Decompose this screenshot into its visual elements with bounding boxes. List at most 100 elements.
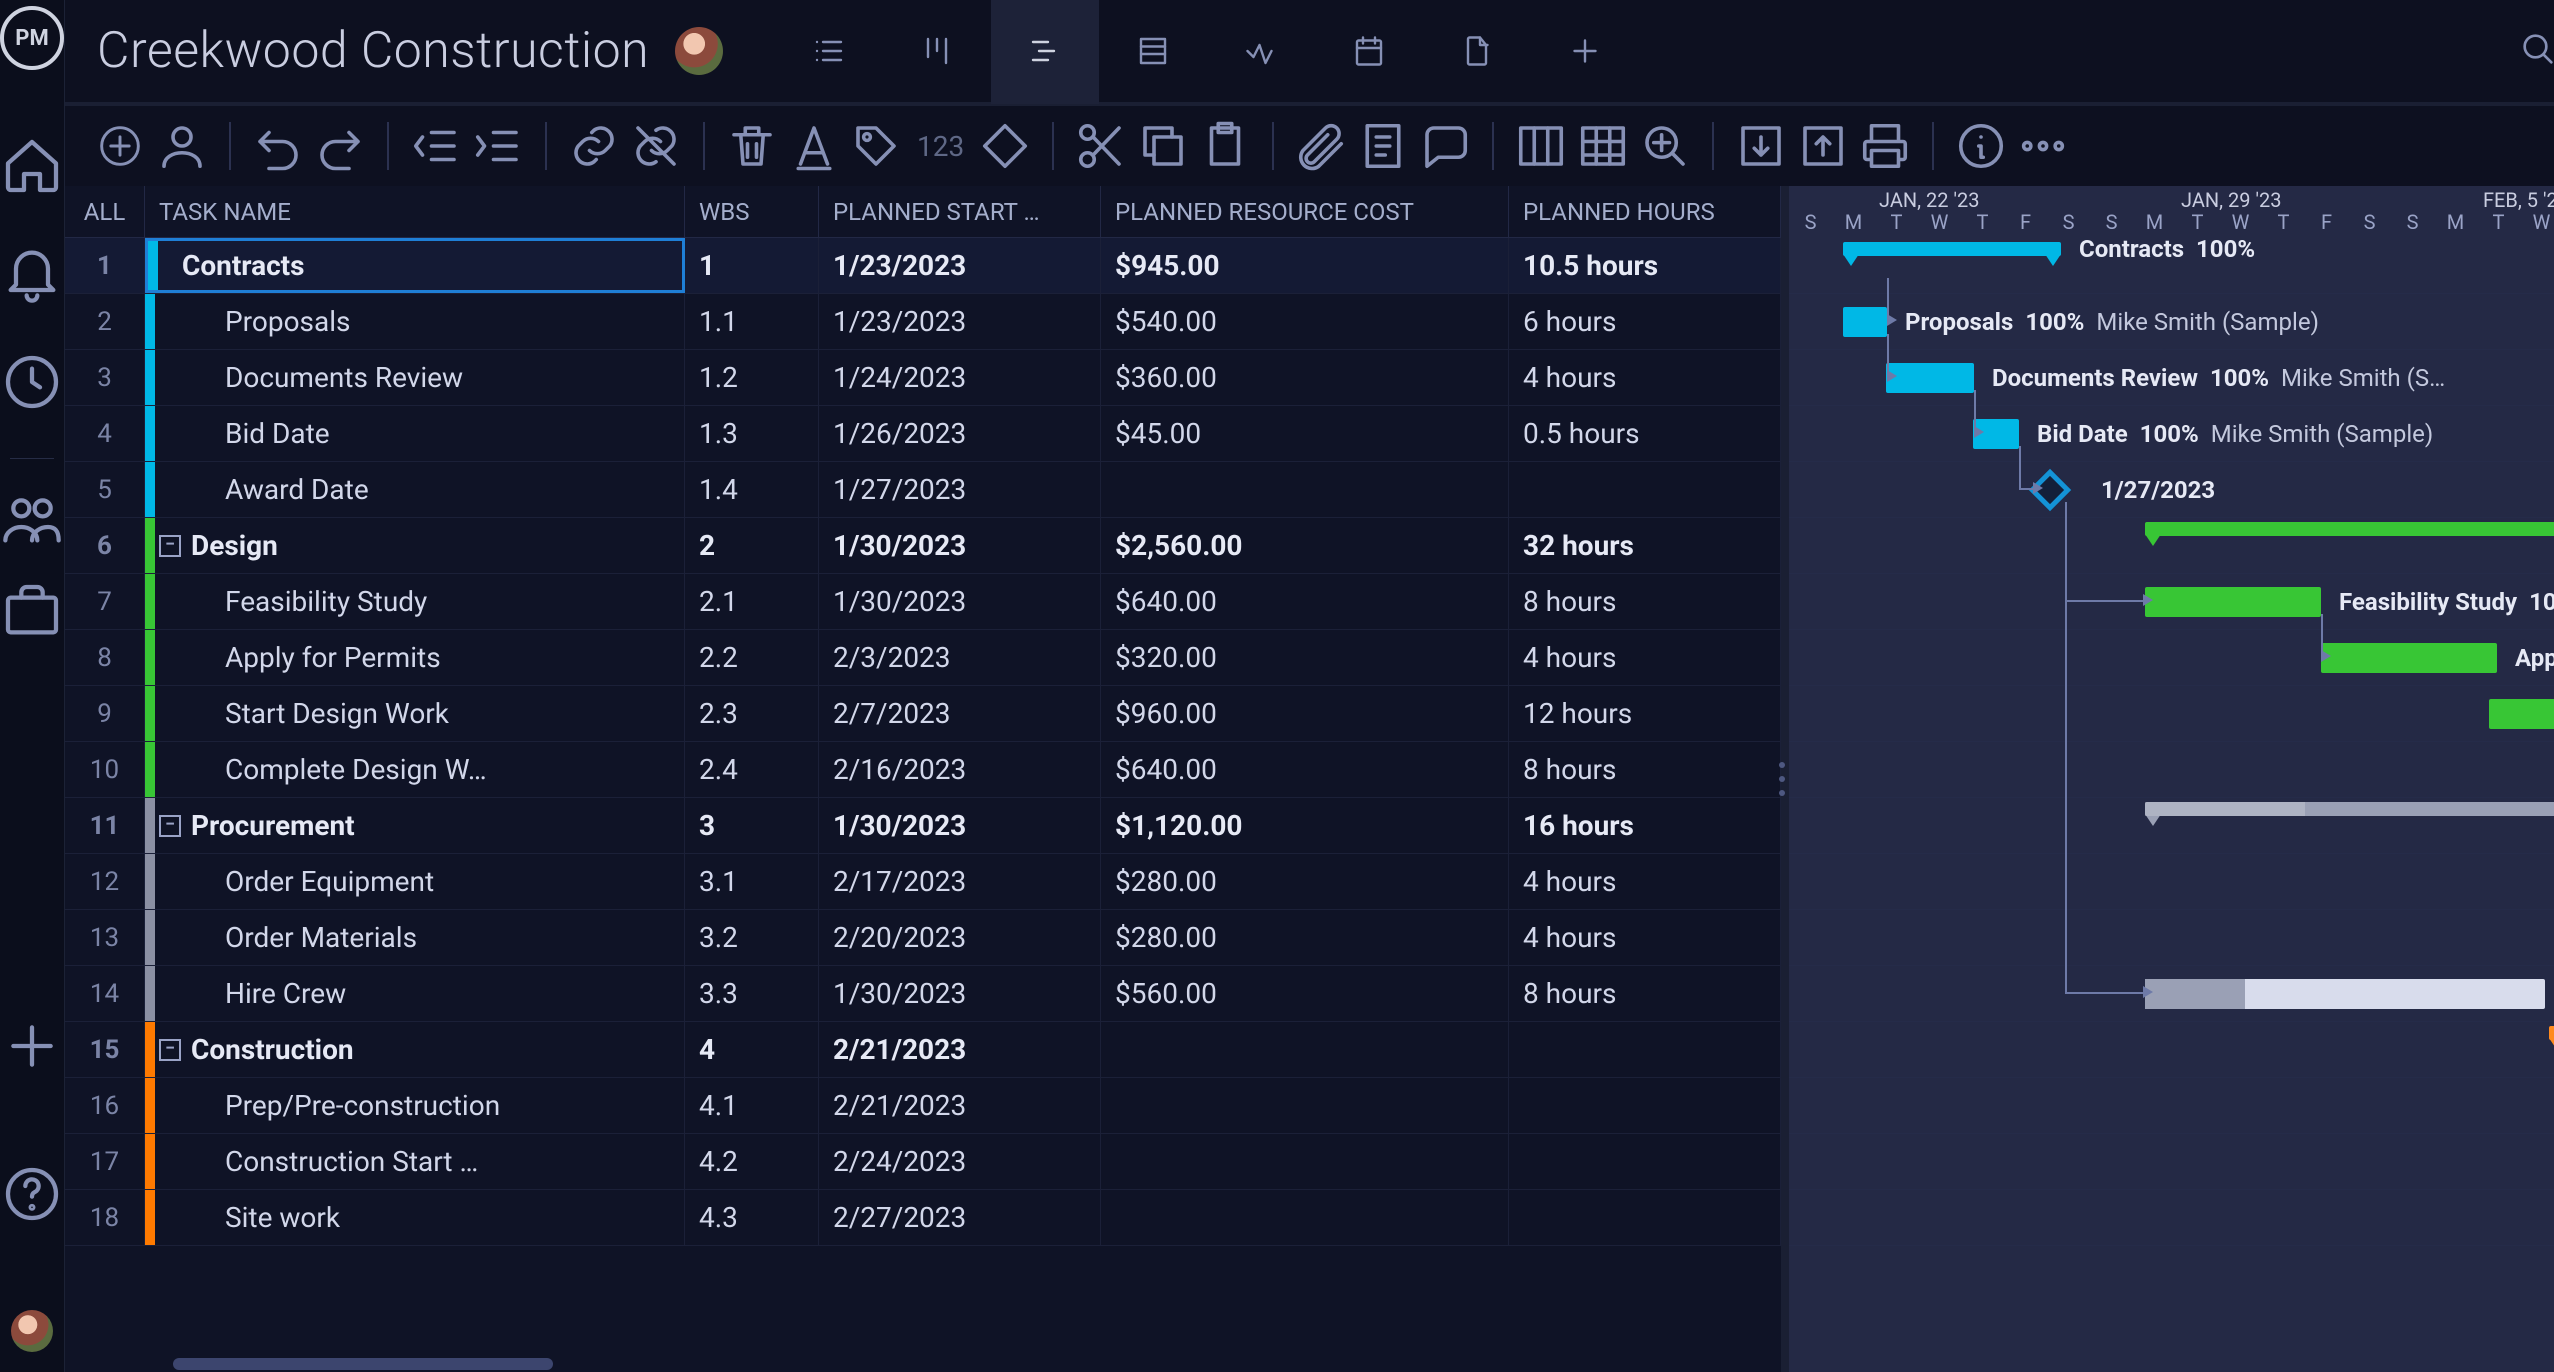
nav-user-avatar[interactable] (11, 1310, 53, 1352)
task-name-cell[interactable]: Complete Design W… (225, 753, 487, 786)
gantt-lane[interactable]: Documents Review100%Mike Smith (S… (1789, 350, 2554, 406)
task-row[interactable]: 6−Design21/30/2023$2,560.0032 hours (65, 518, 1781, 574)
planned-hours-cell[interactable]: 8 hours (1509, 742, 1781, 797)
gantt-summary-bar[interactable] (2549, 1026, 2554, 1040)
gantt-task-bar[interactable]: Documents Review100%Mike Smith (S… (1886, 363, 1974, 393)
collapse-toggle[interactable]: − (159, 815, 181, 837)
wbs-cell[interactable]: 2.2 (685, 630, 819, 685)
task-name-cell[interactable]: Proposals (225, 305, 350, 338)
import-button[interactable] (1734, 119, 1788, 173)
planned-start-cell[interactable]: 1/24/2023 (819, 350, 1101, 405)
task-row[interactable]: 3Documents Review1.21/24/2023$360.004 ho… (65, 350, 1781, 406)
planned-hours-cell[interactable]: 4 hours (1509, 910, 1781, 965)
wbs-cell[interactable]: 1.4 (685, 462, 819, 517)
assign-button[interactable] (155, 119, 209, 173)
planned-start-cell[interactable]: 1/27/2023 (819, 462, 1101, 517)
wbs-cell[interactable]: 3.2 (685, 910, 819, 965)
grid-button[interactable] (1576, 119, 1630, 173)
info-button[interactable] (1954, 119, 2008, 173)
planned-cost-cell[interactable] (1101, 1190, 1509, 1245)
gantt-lane[interactable] (1789, 1134, 2554, 1190)
planned-hours-cell[interactable] (1509, 462, 1781, 517)
unlink-button[interactable] (629, 119, 683, 173)
planned-cost-cell[interactable]: $640.00 (1101, 574, 1509, 629)
planned-start-cell[interactable]: 1/23/2023 (819, 238, 1101, 293)
gantt-summary-bar[interactable] (2145, 802, 2554, 816)
dependency-link[interactable] (1974, 390, 1976, 434)
planned-cost-cell[interactable]: $280.00 (1101, 910, 1509, 965)
task-row[interactable]: 2Proposals1.11/23/2023$540.006 hours (65, 294, 1781, 350)
gantt-lane[interactable]: 1/27/2023 (1789, 462, 2554, 518)
notes-button[interactable] (1356, 119, 1410, 173)
task-name-cell[interactable]: Design (191, 529, 278, 562)
planned-hours-cell[interactable]: 8 hours (1509, 574, 1781, 629)
planned-start-cell[interactable]: 2/7/2023 (819, 686, 1101, 741)
planned-cost-cell[interactable] (1101, 1134, 1509, 1189)
gantt-task-bar[interactable] (2489, 699, 2554, 729)
calendar-view-button[interactable] (1315, 0, 1423, 104)
col-name[interactable]: TASK NAME (145, 186, 685, 237)
wbs-cell[interactable]: 3.3 (685, 966, 819, 1021)
wbs-cell[interactable]: 1.2 (685, 350, 819, 405)
outdent-button[interactable] (409, 119, 463, 173)
undo-button[interactable] (251, 119, 305, 173)
task-row[interactable]: 10Complete Design W…2.42/16/2023$640.008… (65, 742, 1781, 798)
nav-notifications-icon[interactable] (0, 242, 64, 306)
delete-button[interactable] (725, 119, 779, 173)
gantt-lane[interactable] (1789, 742, 2554, 798)
attachment-button[interactable] (1294, 119, 1348, 173)
task-name-cell[interactable]: Contracts (182, 249, 305, 282)
indent-button[interactable] (471, 119, 525, 173)
planned-hours-cell[interactable]: 10.5 hours (1509, 238, 1781, 293)
collapse-toggle[interactable]: − (159, 535, 181, 557)
gantt-task-bar[interactable]: Hire (2145, 979, 2545, 1009)
planned-start-cell[interactable]: 1/30/2023 (819, 966, 1101, 1021)
wbs-cell[interactable]: 2 (685, 518, 819, 573)
planned-hours-cell[interactable]: 6 hours (1509, 294, 1781, 349)
planned-cost-cell[interactable]: $540.00 (1101, 294, 1509, 349)
planned-start-cell[interactable]: 1/26/2023 (819, 406, 1101, 461)
task-row[interactable]: 14Hire Crew3.31/30/2023$560.008 hours (65, 966, 1781, 1022)
task-name-cell[interactable]: Procurement (191, 809, 355, 842)
task-row[interactable]: 18Site work4.32/27/2023 (65, 1190, 1781, 1246)
redo-button[interactable] (313, 119, 367, 173)
files-view-button[interactable] (1423, 0, 1531, 104)
nav-add-icon[interactable] (0, 1014, 64, 1078)
wbs-cell[interactable]: 1.1 (685, 294, 819, 349)
gantt-summary-bar[interactable]: Contracts100% (1843, 242, 2061, 256)
gantt-task-bar[interactable]: Apply f (2321, 643, 2497, 673)
gantt-lane[interactable] (1789, 686, 2554, 742)
planned-cost-cell[interactable]: $1,120.00 (1101, 798, 1509, 853)
task-name-cell[interactable]: Prep/Pre-construction (225, 1089, 500, 1122)
list-view-button[interactable] (775, 0, 883, 104)
planned-cost-cell[interactable]: $960.00 (1101, 686, 1509, 741)
zoom-button[interactable] (1638, 119, 1692, 173)
dependency-link[interactable] (1887, 334, 1889, 378)
dependency-link[interactable] (2321, 614, 2323, 658)
planned-cost-cell[interactable] (1101, 1022, 1509, 1077)
planned-cost-cell[interactable]: $640.00 (1101, 742, 1509, 797)
gantt-lane[interactable]: Feasibility Study10 (1789, 574, 2554, 630)
wbs-cell[interactable]: 3.1 (685, 854, 819, 909)
planned-cost-cell[interactable]: $45.00 (1101, 406, 1509, 461)
planned-start-cell[interactable]: 1/30/2023 (819, 798, 1101, 853)
task-name-cell[interactable]: Documents Review (225, 361, 463, 394)
col-planned-hours[interactable]: PLANNED HOURS (1509, 186, 1781, 237)
task-name-cell[interactable]: Hire Crew (225, 977, 346, 1010)
task-name-cell[interactable]: Apply for Permits (225, 641, 441, 674)
dependency-link[interactable] (2065, 502, 2145, 994)
milestone-button[interactable] (978, 119, 1032, 173)
planned-start-cell[interactable]: 2/27/2023 (819, 1190, 1101, 1245)
dependency-link[interactable] (2019, 446, 2035, 490)
planned-cost-cell[interactable]: $945.00 (1101, 238, 1509, 293)
gantt-task-bar[interactable]: Feasibility Study10 (2145, 587, 2321, 617)
gantt-lane[interactable] (1789, 1190, 2554, 1246)
nav-help-icon[interactable] (0, 1162, 64, 1226)
planned-cost-cell[interactable]: $320.00 (1101, 630, 1509, 685)
task-row[interactable]: 9Start Design Work2.32/7/2023$960.0012 h… (65, 686, 1781, 742)
planned-cost-cell[interactable]: $2,560.00 (1101, 518, 1509, 573)
task-name-cell[interactable]: Feasibility Study (225, 585, 427, 618)
planned-hours-cell[interactable]: 16 hours (1509, 798, 1781, 853)
task-row[interactable]: 8Apply for Permits2.22/3/2023$320.004 ho… (65, 630, 1781, 686)
global-search-button[interactable] (2494, 29, 2554, 73)
